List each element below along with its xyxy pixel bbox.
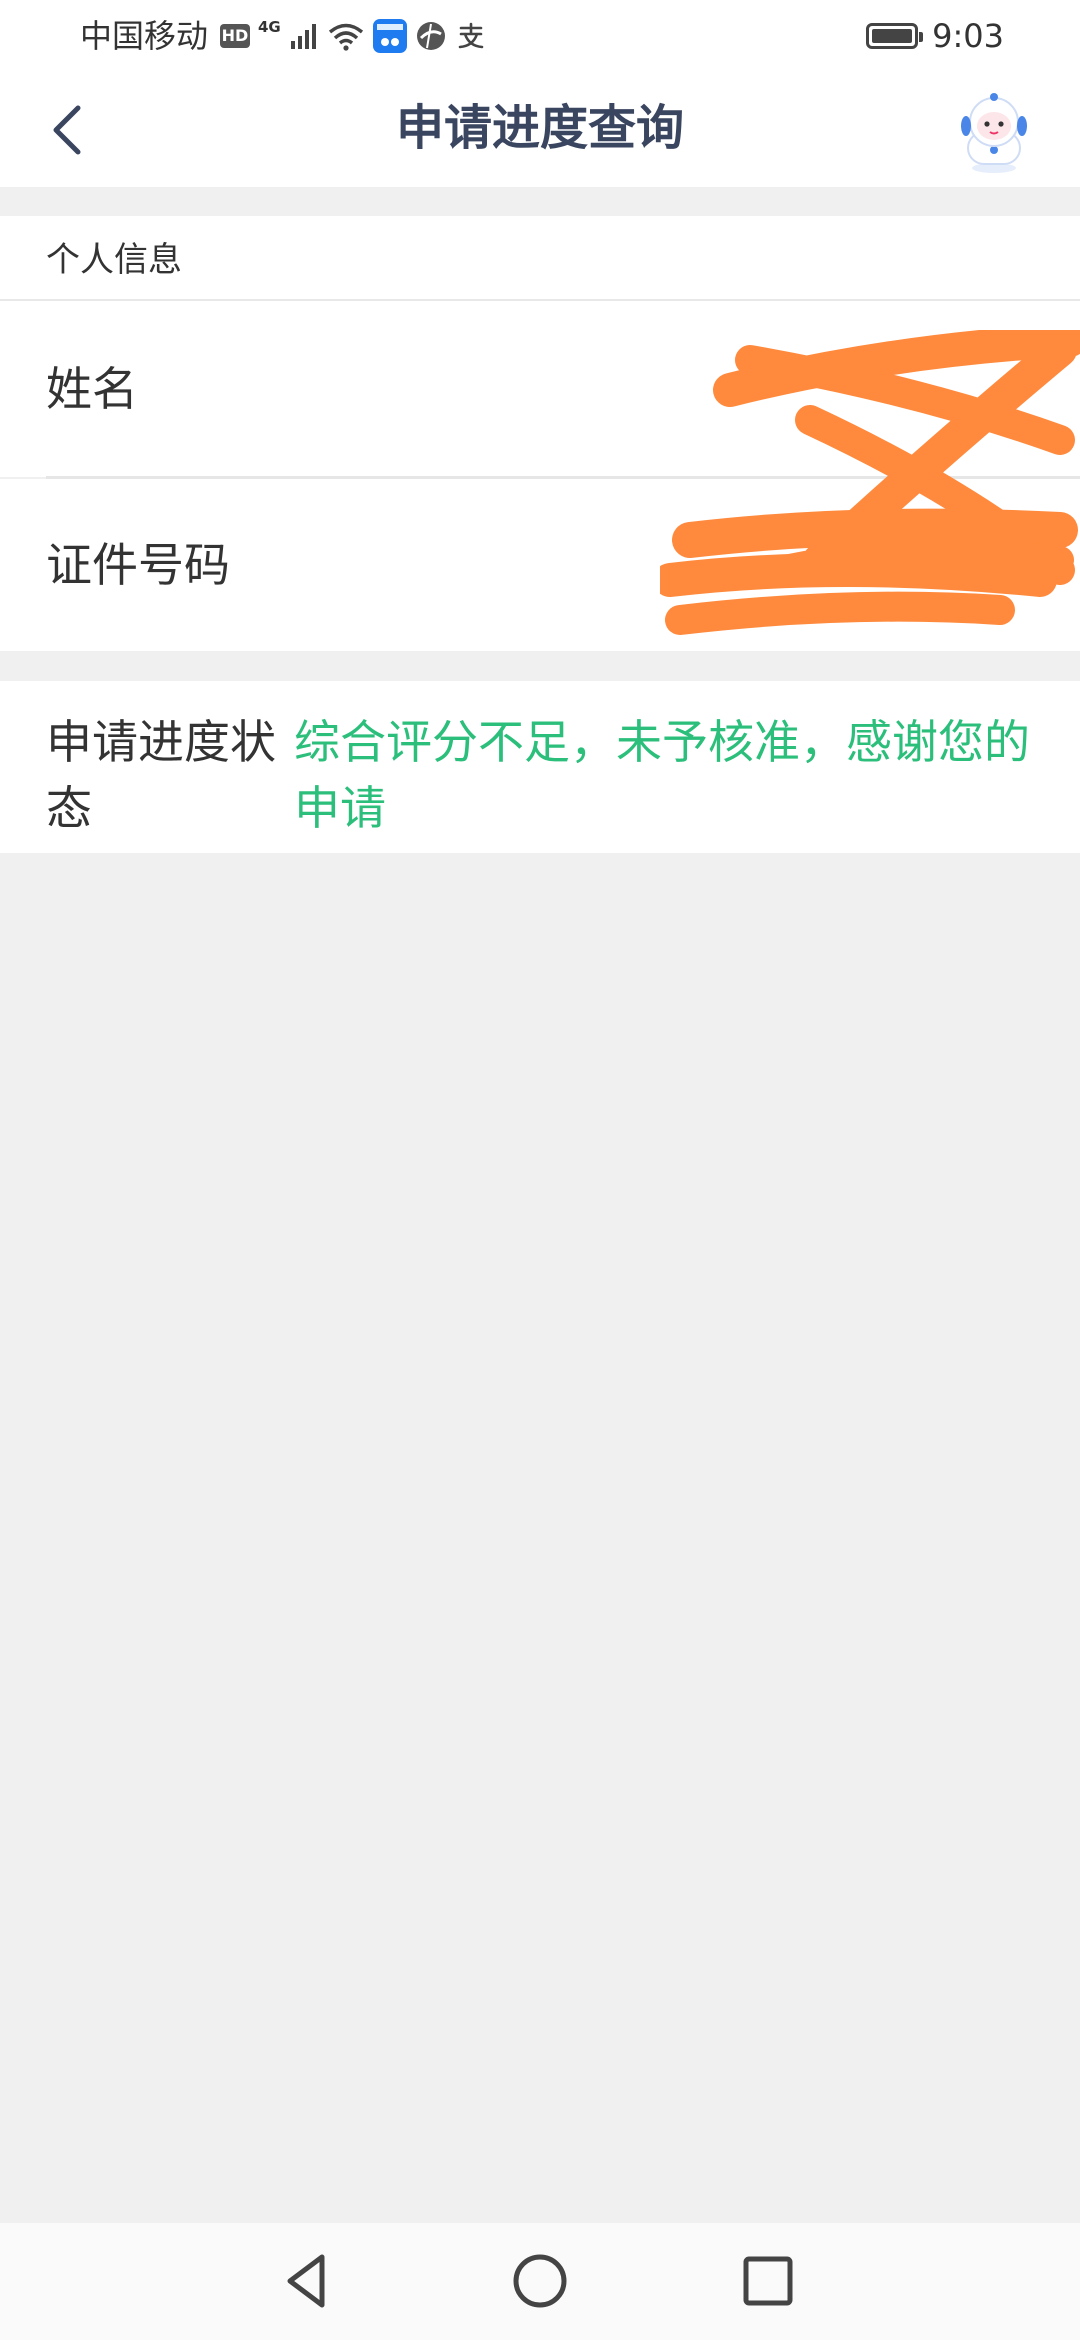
browser-icon [416,22,445,50]
hd-icon: HD [220,24,250,48]
section-title: 个人信息 [46,240,182,280]
system-navigation-bar [0,2223,1080,2340]
status-label: 申请进度状态 [46,715,276,835]
signal-icon [290,24,316,49]
network-type-label: 4G [258,18,281,36]
status-value: 综合评分不足，未予核准，感谢您的申请 [294,715,1030,835]
page-title: 申请进度查询 [395,100,684,156]
assistant-button[interactable] [954,88,1034,178]
robot-assistant-icon [961,93,1027,173]
navigation-bar: 申请进度查询 [0,72,1080,187]
wifi-icon [328,23,363,51]
id-number-label: 证件号码 [46,538,230,592]
personal-info-header: 个人信息 [0,216,1080,301]
battery-icon [866,23,924,49]
alipay-icon [458,22,484,49]
carrier-name: 中国移动 [80,17,209,55]
status-right: 9:03 [866,14,1004,58]
nav-back-triangle-icon[interactable] [272,2245,344,2317]
status-bar: 中国移动 HD 4G 9:03 [0,0,1080,72]
application-status-row: 申请进度状态 综合评分不足，未予核准，感谢您的申请 [0,681,1080,853]
redaction-strokes [660,330,1080,635]
redaction-scribble [660,330,1080,635]
app-notification-icon [372,19,407,53]
clock: 9:03 [932,17,1004,55]
name-label: 姓名 [46,362,138,416]
status-icons: HD 4G [220,16,487,56]
nav-recents-square-icon[interactable] [732,2245,804,2317]
nav-home-circle-icon[interactable] [504,2245,576,2317]
